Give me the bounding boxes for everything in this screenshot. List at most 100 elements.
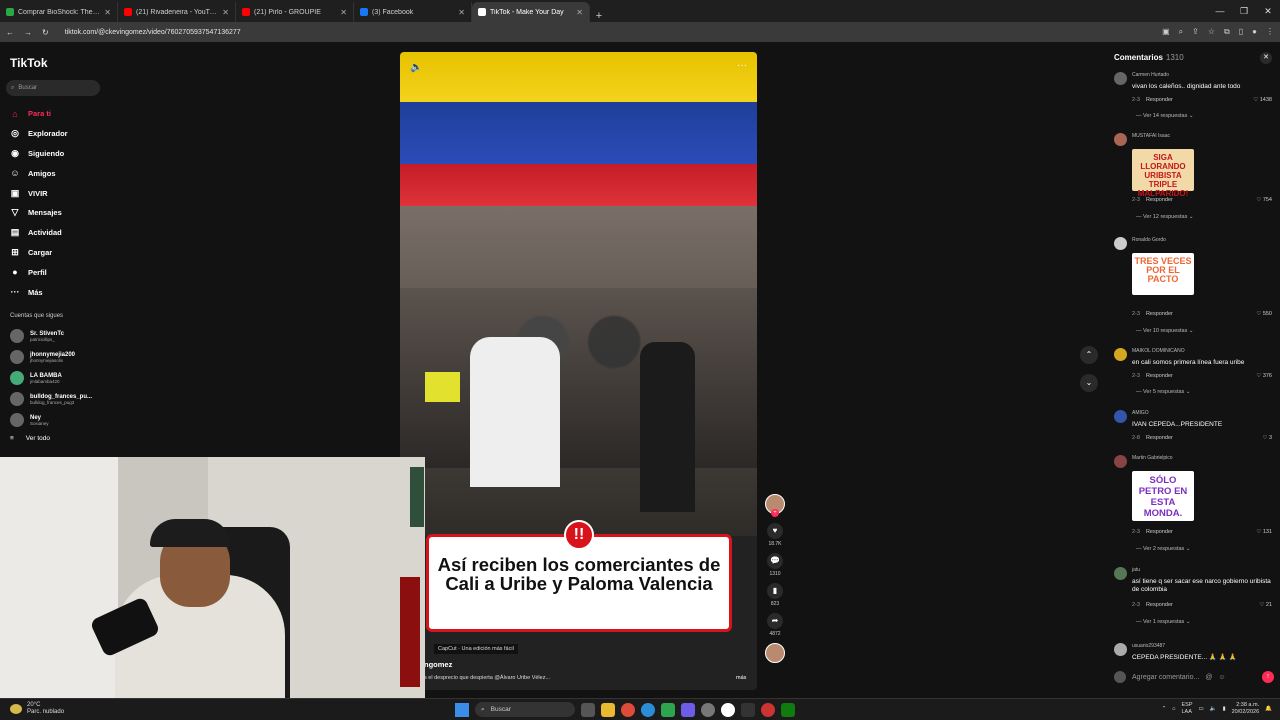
browser-tab-active[interactable]: TikTok - Make Your Day ✕ — [472, 2, 590, 22]
tab-close-icon[interactable]: ✕ — [458, 8, 465, 17]
follow-plus-icon[interactable]: + — [771, 509, 779, 517]
sidebar-item-vivir[interactable]: ▣ VIVIR — [10, 183, 68, 203]
tab-close-icon[interactable]: ✕ — [340, 8, 347, 17]
video-player[interactable]: 🔈 ··· Así reciben los comerciantes de Ca… — [400, 52, 757, 690]
steam-icon[interactable] — [741, 702, 755, 717]
file-explorer-icon[interactable] — [601, 702, 615, 717]
comment-input[interactable]: Agregar comentario... @ ☺ ↑ — [1114, 668, 1274, 686]
reply-button[interactable]: Responder — [1146, 435, 1173, 441]
capcut-tag[interactable]: CapCut · Una edición más fácil — [434, 644, 518, 654]
next-video-icon[interactable]: ⌄ — [1080, 374, 1098, 392]
send-icon[interactable]: ↑ — [1262, 671, 1274, 683]
comment-likes[interactable]: ♡ 376 — [1256, 373, 1272, 379]
sidebar-item-siguiendo[interactable]: ◉ Siguiendo — [10, 144, 68, 164]
reply-button[interactable]: Responder — [1146, 97, 1173, 103]
avatar[interactable] — [1114, 567, 1127, 580]
view-replies[interactable]: — Ver 1 respuestas ⌄ — [1136, 619, 1190, 625]
comment-likes[interactable]: ♡ 550 — [1256, 311, 1272, 317]
bookmark-star-icon[interactable]: ☆ — [1208, 27, 1215, 37]
sidebar-item-cargar[interactable]: ⊞ Cargar — [10, 243, 68, 263]
back-icon[interactable]: ← — [6, 28, 14, 37]
maximize-button[interactable]: ❐ — [1232, 0, 1256, 22]
settings-icon[interactable] — [701, 702, 715, 717]
reply-button[interactable]: Responder — [1146, 602, 1173, 608]
close-window-button[interactable]: ✕ — [1256, 0, 1280, 22]
music-avatar[interactable] — [765, 643, 785, 663]
install-icon[interactable]: ▣ — [1162, 27, 1170, 37]
chevron-up-icon[interactable]: ⌃ — [1162, 706, 1167, 712]
comment-user[interactable]: MAIKOL DOMINICANO — [1132, 348, 1185, 354]
new-tab-button[interactable]: + — [590, 10, 608, 22]
sidebar-item-perfil[interactable]: ● Perfil — [10, 262, 68, 282]
task-view-icon[interactable] — [581, 702, 595, 717]
sidebar-item-amigos[interactable]: ☺ Amigos — [10, 163, 68, 183]
browser-tab[interactable]: (21) Rivadeneira - YouTube ✕ — [118, 2, 236, 22]
view-replies[interactable]: — Ver 10 respuestas ⌄ — [1136, 328, 1194, 334]
taskbar-search[interactable]: ⌕ Buscar — [475, 702, 575, 717]
sidebar-item-actividad[interactable]: ▤ Actividad — [10, 223, 68, 243]
like-icon[interactable]: ♥ — [767, 523, 783, 539]
browser-tab[interactable]: (3) Facebook ✕ — [354, 2, 472, 22]
browser-tab[interactable]: Comprar BioShock: The Collection ✕ — [0, 2, 118, 22]
whatsapp-icon[interactable] — [721, 702, 735, 717]
emoji-icon[interactable]: ☺ — [1218, 674, 1225, 681]
view-replies[interactable]: — Ver 5 respuestas ⌄ — [1136, 389, 1190, 395]
mention-icon[interactable]: @ — [1205, 674, 1212, 681]
following-account[interactable]: LA BAMBA jmlabamba420 — [10, 371, 62, 385]
following-account[interactable]: bulldog_frances_pu... bulldog_frances_pug… — [10, 392, 92, 406]
bookmark-icon[interactable]: ▮ — [767, 583, 783, 599]
language-indicator[interactable]: ESP LAA — [1182, 702, 1193, 716]
weather-widget[interactable]: 20°C Parc. nublado — [10, 702, 64, 716]
sidebar-item-explorador[interactable]: ◎ Explorador — [10, 124, 68, 144]
following-account[interactable]: Sr. StivenTc patriciollips_ — [10, 329, 64, 343]
reload-icon[interactable]: ↻ — [42, 28, 49, 37]
sidebar-icon[interactable]: ▯ — [1239, 27, 1243, 37]
tab-close-icon[interactable]: ✕ — [576, 8, 583, 17]
menu-icon[interactable]: ⋮ — [1266, 27, 1274, 37]
minimize-button[interactable]: — — [1208, 0, 1232, 22]
reply-button[interactable]: Responder — [1146, 311, 1173, 317]
sidebar-item-mas[interactable]: ··· Más — [10, 282, 68, 302]
avatar[interactable] — [1114, 410, 1127, 423]
battery-icon[interactable]: ▮ — [1223, 706, 1226, 712]
spreadsheet-icon[interactable] — [661, 702, 675, 717]
reply-button[interactable]: Responder — [1146, 197, 1173, 203]
comment-likes[interactable]: ♡ 131 — [1256, 529, 1272, 535]
comment-user[interactable]: AMIGO — [1132, 410, 1149, 416]
tab-close-icon[interactable]: ✕ — [104, 8, 111, 17]
comment-user[interactable]: usuario293487 — [1132, 643, 1165, 649]
avatar[interactable] — [1114, 72, 1127, 85]
video-username[interactable]: ngomez — [424, 660, 452, 669]
display-icon[interactable]: ▭ — [1199, 706, 1204, 712]
search-input[interactable]: ⌕ Buscar — [6, 80, 100, 96]
avatar[interactable] — [1114, 455, 1127, 468]
forward-icon[interactable]: → — [24, 28, 32, 37]
app-icon[interactable] — [681, 702, 695, 717]
comment-likes[interactable]: ♡ 21 — [1259, 602, 1272, 608]
comment-user[interactable]: MUSTAFAI Isaac — [1132, 133, 1170, 139]
extensions-icon[interactable]: ⧉ — [1224, 27, 1230, 37]
comment-user[interactable]: jatu — [1132, 567, 1140, 573]
avatar[interactable] — [1114, 133, 1127, 146]
comment-likes[interactable]: ♡ 754 — [1256, 197, 1272, 203]
app-icon[interactable] — [761, 702, 775, 717]
avatar[interactable] — [1114, 643, 1127, 656]
previous-video-icon[interactable]: ⌃ — [1080, 346, 1098, 364]
more-link[interactable]: más — [736, 675, 746, 681]
zoom-icon[interactable]: ⌕ — [1179, 27, 1183, 37]
sidebar-item-mensajes[interactable]: ▽ Mensajes — [10, 203, 68, 223]
comment-icon[interactable]: 💬 — [767, 553, 783, 569]
comment-user[interactable]: Carmen Hurtado — [1132, 72, 1169, 78]
share-icon[interactable]: ➦ — [767, 613, 783, 629]
volume-icon[interactable]: 🔈 — [410, 62, 422, 73]
tiktok-logo[interactable]: TikTok — [10, 56, 48, 70]
profile-icon[interactable]: ● — [1252, 27, 1257, 37]
xbox-icon[interactable] — [781, 702, 795, 717]
more-options-icon[interactable]: ··· — [737, 60, 747, 71]
start-button[interactable] — [455, 702, 469, 717]
clock[interactable]: 2:38 a.m. 20/02/2026 — [1232, 702, 1260, 716]
browser-tab[interactable]: (21) Pirlo - GROUPIE ✕ — [236, 2, 354, 22]
comment-likes[interactable]: ♡ 3 — [1262, 435, 1272, 441]
chrome-icon[interactable] — [621, 702, 635, 717]
reply-button[interactable]: Responder — [1146, 529, 1173, 535]
